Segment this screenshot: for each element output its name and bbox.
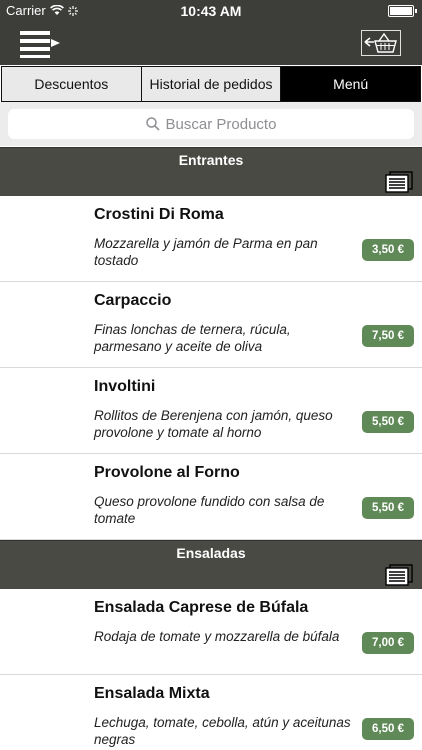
list-item[interactable]: Carpaccio Finas lonchas de ternera, rúcu… [0, 282, 422, 368]
status-time: 10:43 AM [180, 3, 242, 19]
list-item[interactable]: Ensalada Mixta Lechuga, tomate, cebolla,… [0, 675, 422, 750]
tab-descuentos[interactable]: Descuentos [2, 67, 142, 101]
list-item[interactable]: Crostini Di Roma Mozzarella y jamón de P… [0, 196, 422, 282]
price-badge: 3,50 € [362, 239, 414, 261]
price-badge: 5,50 € [362, 497, 414, 519]
item-description: Queso provolone fundido con salsa de tom… [94, 494, 325, 526]
item-name: Ensalada Caprese de Búfala [94, 599, 309, 616]
item-name: Carpaccio [94, 292, 172, 309]
list-icon [385, 171, 413, 193]
tab-menu[interactable]: Menú [281, 67, 421, 101]
cart-button[interactable] [361, 30, 401, 56]
list-item[interactable]: Provolone al Forno Queso provolone fundi… [0, 454, 422, 540]
tab-historial-de-pedidos[interactable]: Historial de pedidos [142, 67, 282, 101]
segmented-tabs: Descuentos Historial de pedidos Menú [1, 66, 421, 102]
section-title: Ensaladas [176, 545, 246, 561]
section-header-ensaladas: Ensaladas [0, 540, 422, 589]
basket-icon [364, 32, 397, 53]
item-name: Provolone al Forno [94, 464, 240, 481]
section-title: Entrantes [178, 152, 244, 168]
search-bar: Buscar Producto [0, 102, 422, 146]
price-badge: 7,00 € [362, 632, 414, 654]
item-name: Involtini [94, 378, 156, 395]
status-bar: Carrier 10:43 AM [0, 0, 422, 22]
price-badge: 7,50 € [362, 325, 414, 347]
nav-bar [0, 22, 422, 65]
item-name: Crostini Di Roma [94, 206, 224, 223]
search-placeholder: Buscar Producto [165, 115, 277, 133]
search-input[interactable]: Buscar Producto [8, 109, 414, 139]
list-item[interactable]: Involtini Rollitos de Berenjena con jamó… [0, 368, 422, 454]
item-description: Rodaja de tomate y mozzarella de búfala [94, 629, 340, 644]
item-description: Finas lonchas de ternera, rúcula, parmes… [94, 322, 291, 354]
item-description: Mozzarella y jamón de Parma en pan tosta… [94, 236, 318, 268]
menu-button[interactable] [20, 30, 64, 58]
section-header-entrantes: Entrantes [0, 147, 422, 196]
price-badge: 6,50 € [362, 718, 414, 740]
battery-icon [388, 5, 417, 17]
list-item[interactable]: Ensalada Caprese de Búfala Rodaja de tom… [0, 589, 422, 675]
menu-list: Entrantes Crostini Di Roma Mozzarella y … [0, 147, 422, 750]
item-name: Ensalada Mixta [94, 685, 210, 702]
list-icon [385, 564, 413, 586]
menu-arrow-icon [20, 31, 60, 58]
item-description: Lechuga, tomate, cebolla, atún y aceitun… [94, 715, 351, 747]
price-badge: 5,50 € [362, 411, 414, 433]
search-icon [145, 117, 160, 131]
item-description: Rollitos de Berenjena con jamón, queso p… [94, 408, 333, 440]
